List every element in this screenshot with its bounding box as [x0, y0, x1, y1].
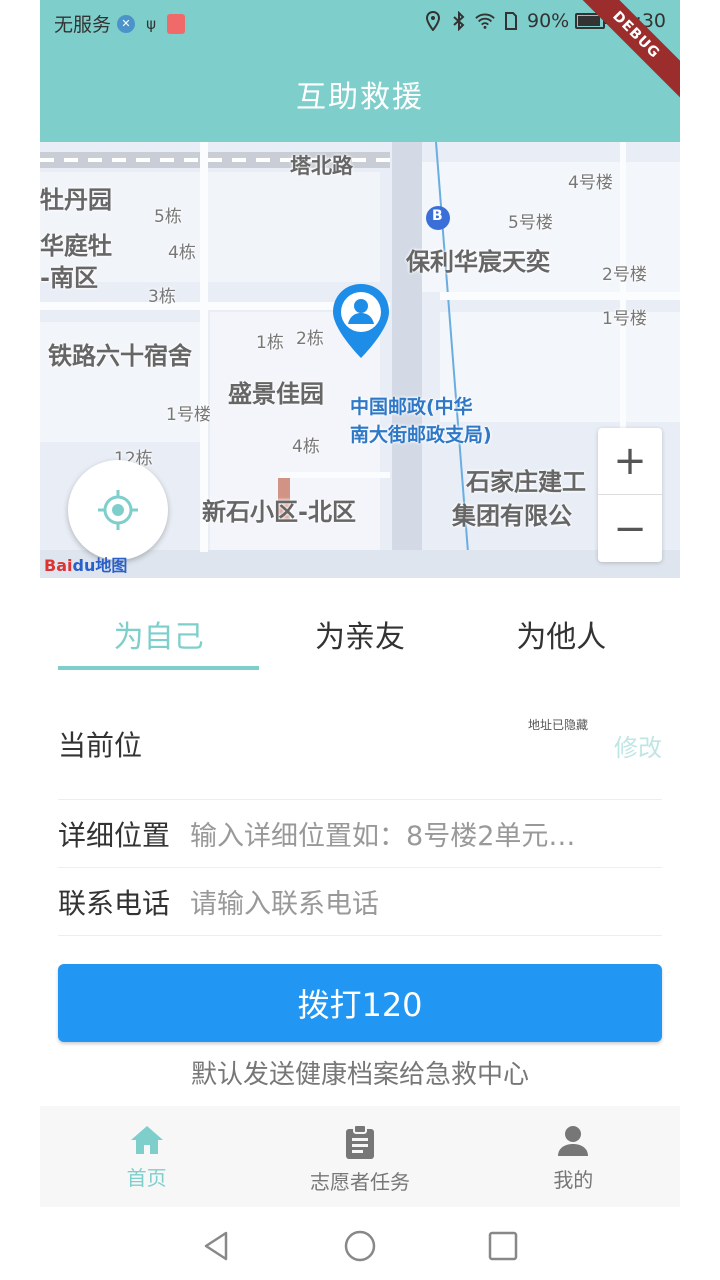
wifi-icon [475, 11, 495, 31]
zoom-in-button[interactable]: + [598, 428, 662, 495]
bottom-navigation: 首页 志愿者任务 我的 [40, 1106, 680, 1207]
current-location-label: 当前位 [58, 728, 143, 762]
phone-label: 联系电话 [58, 886, 171, 920]
phone-row: 联系电话 请输入联系电话 [58, 868, 662, 936]
logo-part-a: Bai [44, 556, 73, 575]
home-circle-icon[interactable] [343, 1229, 377, 1263]
map-label: 1栋 [256, 333, 284, 353]
map-label: 4栋 [292, 437, 320, 457]
system-navigation-bar [0, 1207, 720, 1280]
detail-location-label: 详细位置 [58, 818, 171, 852]
map-label: 塔北路 [290, 154, 353, 178]
map-view[interactable]: 塔北路 牡丹园 华庭牡 -南区 铁路六十宿舍 盛景佳园 保利华宸天奕 新石小区-… [40, 142, 680, 578]
zoom-out-button[interactable]: − [598, 495, 662, 562]
nav-home[interactable]: 首页 [40, 1106, 253, 1207]
call-120-button[interactable]: 拨打120 [58, 964, 662, 1042]
map-label: 4号楼 [568, 173, 613, 193]
map-label: 集团有限公 [452, 502, 572, 530]
detail-location-input[interactable]: 输入详细位置如：8号楼2单元… [190, 814, 662, 853]
status-bar: 无服务 ✕ ψ 90% 10:30 [40, 0, 680, 44]
poi-label[interactable]: 南大街邮政支局) [350, 420, 492, 447]
help-target-tabs: 为自己 为亲友 为他人 [58, 590, 662, 674]
map-label: 1号楼 [602, 309, 647, 329]
usb-icon: ψ [146, 14, 156, 33]
map-label: 石家庄建工 [466, 468, 586, 496]
nav-volunteer-tasks[interactable]: 志愿者任务 [253, 1106, 466, 1207]
map-label: 铁路六十宿舍 [48, 342, 192, 370]
map-label: 盛景佳园 [228, 380, 324, 408]
vpn-icon: ✕ [117, 14, 136, 33]
app-header: 无服务 ✕ ψ 90% 10:30 [40, 0, 680, 142]
zoom-controls: + − [598, 428, 662, 562]
sim-icon [501, 11, 521, 31]
bluetooth-icon [449, 11, 469, 31]
change-location-button[interactable]: 修改 [614, 728, 662, 763]
tab-others[interactable]: 为他人 [461, 590, 662, 674]
crosshair-icon [98, 490, 138, 530]
map-label: 4栋 [168, 243, 196, 263]
app-notification-icon [167, 13, 186, 34]
tab-self[interactable]: 为自己 [58, 590, 260, 674]
map-label: 保利华宸天奕 [406, 248, 550, 276]
person-icon [558, 1126, 589, 1156]
map-label: 牡丹园 [40, 186, 112, 214]
bus-stop-icon: B [432, 208, 443, 224]
detail-location-row: 详细位置 输入详细位置如：8号楼2单元… [58, 800, 662, 868]
home-icon [130, 1126, 163, 1154]
nav-profile[interactable]: 我的 [467, 1106, 680, 1207]
back-icon[interactable] [200, 1229, 234, 1263]
recents-icon[interactable] [486, 1229, 520, 1263]
page-title: 互助救援 [296, 80, 424, 115]
map-label: 2号楼 [602, 265, 647, 285]
current-location-row: 当前位 地址已隐藏 修改 [58, 688, 662, 800]
map-label: 5栋 [154, 207, 182, 227]
map-label: -南区 [40, 264, 98, 292]
nav-profile-label: 我的 [553, 1168, 594, 1192]
nav-volunteer-label: 志愿者任务 [309, 1170, 410, 1194]
call-hint-text: 默认发送健康档案给急救中心 [190, 1060, 529, 1090]
map-label: 3栋 [148, 287, 176, 307]
locate-me-button[interactable] [68, 460, 168, 560]
user-location-marker-icon[interactable] [330, 282, 392, 362]
tab-family[interactable]: 为亲友 [259, 590, 460, 674]
carrier-text: 无服务 [54, 14, 112, 36]
poi-label[interactable]: 中国邮政(中华 [350, 392, 473, 419]
hidden-address-note: 地址已隐藏 [527, 718, 588, 732]
logo-part-b: du地图 [72, 556, 128, 575]
map-label: 1号楼 [166, 405, 211, 425]
nav-home-label: 首页 [126, 1166, 167, 1190]
status-left: 无服务 ✕ ψ [54, 10, 186, 37]
app-screen: 无服务 ✕ ψ 90% 10:30 [40, 0, 680, 1207]
battery-percent: 90% [527, 10, 570, 32]
map-label: 2栋 [296, 329, 324, 349]
map-label: 华庭牡 [40, 232, 112, 260]
location-icon [423, 11, 443, 31]
map-label: 新石小区-北区 [202, 498, 356, 526]
map-label: 5号楼 [508, 213, 553, 233]
clipboard-icon [345, 1124, 374, 1159]
map-provider-logo: Baidu地图 [44, 552, 127, 576]
phone-input[interactable]: 请输入联系电话 [190, 882, 662, 921]
